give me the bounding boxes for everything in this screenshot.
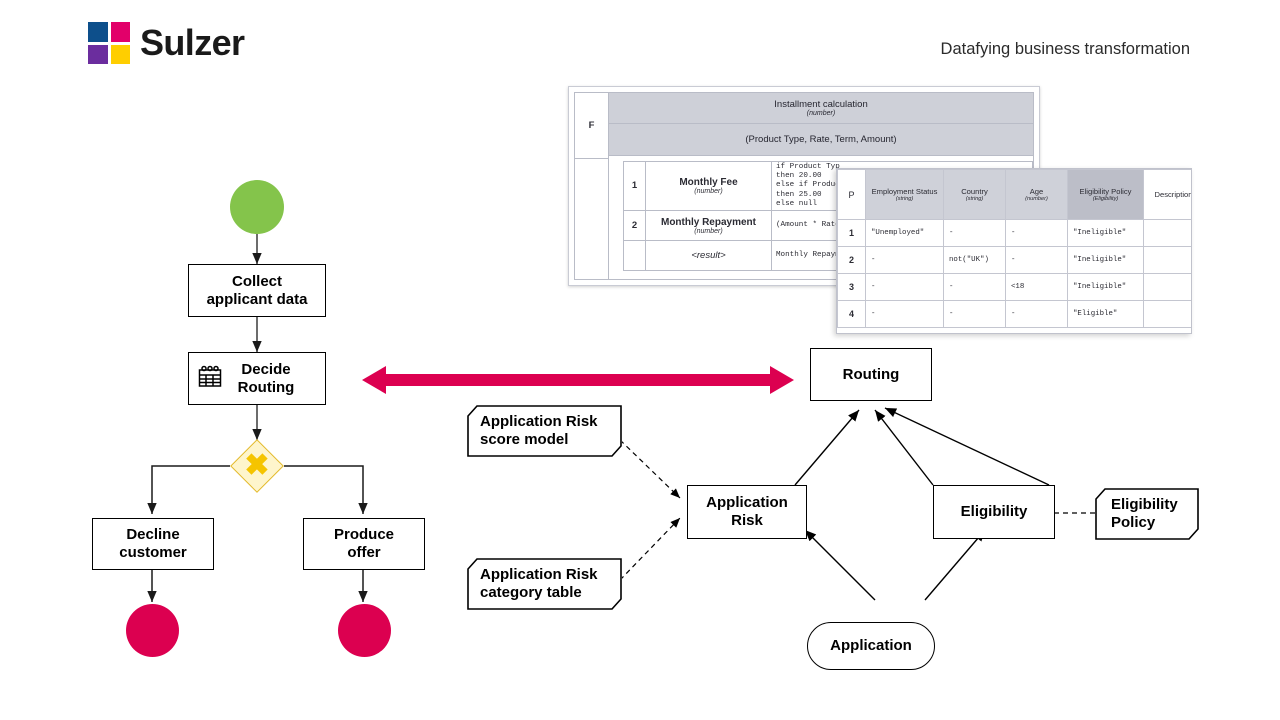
decision-table[interactable]: P Employment Status (string) Country (st… xyxy=(836,168,1192,334)
boxed-expression-signature: (Product Type, Rate, Term, Amount) xyxy=(609,124,1033,156)
dmn-node-label: Application Risk xyxy=(706,494,788,529)
decision-table-grid: P Employment Status (string) Country (st… xyxy=(837,169,1191,328)
boxed-expression-left-column: F xyxy=(575,93,609,279)
row-number xyxy=(623,240,646,271)
row-name: Monthly Fee (number) xyxy=(645,160,772,212)
rule-cell-policy[interactable]: "Ineligible" xyxy=(1067,273,1144,301)
rule-cell-description[interactable] xyxy=(1143,300,1191,328)
rule-number: 4 xyxy=(837,300,866,328)
table-row[interactable]: 3 - - <18 "Ineligible" xyxy=(837,273,1191,301)
rule-cell-country[interactable]: not("UK") xyxy=(943,246,1006,274)
bpmn-task-collect-applicant-data[interactable]: Collect applicant data xyxy=(188,264,326,317)
function-kind-cell: F xyxy=(575,93,608,159)
rule-cell-country[interactable]: - xyxy=(943,273,1006,301)
rule-cell-policy[interactable]: "Eligible" xyxy=(1067,300,1144,328)
dmn-node-label: Application Risk score model xyxy=(480,413,598,448)
rule-cell-description[interactable] xyxy=(1143,273,1191,301)
rule-cell-employment[interactable]: "Unemployed" xyxy=(865,219,944,247)
header-tagline: Datafying business transformation xyxy=(940,40,1190,58)
dmn-node-label: Routing xyxy=(842,365,900,383)
row-number: 2 xyxy=(623,210,646,241)
row-number: 1 xyxy=(623,160,646,212)
row-result-label: <result> xyxy=(691,250,726,261)
bpmn-start-event[interactable] xyxy=(230,180,284,234)
rule-cell-country[interactable]: - xyxy=(943,300,1006,328)
business-rule-table-icon xyxy=(197,364,223,393)
bpmn-task-produce-offer[interactable]: Produce offer xyxy=(303,518,425,570)
dmn-input-data-application[interactable]: Application xyxy=(807,622,935,670)
bpmn-task-label: Collect applicant data xyxy=(206,272,308,308)
bpmn-dmn-link-arrow xyxy=(362,366,794,394)
gateway-x-icon: ✖ xyxy=(244,449,270,482)
column-header-country[interactable]: Country (string) xyxy=(943,169,1006,220)
row-name: Monthly Repayment (number) xyxy=(645,210,772,241)
bpmn-task-decline-customer[interactable]: Decline customer xyxy=(92,518,214,570)
bpmn-task-label: Decline customer xyxy=(119,526,187,561)
column-header-age[interactable]: Age (number) xyxy=(1005,169,1068,220)
rule-cell-age[interactable]: <18 xyxy=(1005,273,1068,301)
double-headed-arrow-shape xyxy=(362,366,794,394)
hit-policy-cell[interactable]: P xyxy=(837,169,866,220)
decision-table-header-row: P Employment Status (string) Country (st… xyxy=(837,169,1191,220)
boxed-expression-title-type: (number) xyxy=(806,110,836,118)
bpmn-end-event-decline[interactable] xyxy=(126,604,179,657)
rule-cell-age[interactable]: - xyxy=(1005,219,1068,247)
rule-cell-employment[interactable]: - xyxy=(865,273,944,301)
table-row[interactable]: 1 "Unemployed" - - "Ineligible" xyxy=(837,219,1191,247)
bpmn-task-label: Decide Routing xyxy=(237,360,295,396)
table-row[interactable]: 4 - - - "Eligible" xyxy=(837,300,1191,328)
boxed-expression-title: Installment calculation (number) xyxy=(609,93,1033,125)
dmn-decision-application-risk[interactable]: Application Risk xyxy=(687,485,807,539)
column-header-eligibility-policy[interactable]: Eligibility Policy (Eligibility) xyxy=(1067,169,1144,220)
dmn-knowledge-source-eligibility-policy[interactable]: Eligibility Policy xyxy=(1095,488,1199,540)
row-name: <result> xyxy=(645,240,772,271)
slide-canvas: Sulzer Datafying business transformation… xyxy=(0,0,1280,720)
rule-cell-description[interactable] xyxy=(1143,219,1191,247)
column-header-description[interactable]: Description xyxy=(1143,169,1191,220)
column-header-employment-status[interactable]: Employment Status (string) xyxy=(865,169,944,220)
bpmn-process-diagram: Collect applicant data Decide Routing ✖ … xyxy=(0,0,470,720)
rule-cell-description[interactable] xyxy=(1143,246,1191,274)
bpmn-end-event-offer[interactable] xyxy=(338,604,391,657)
dmn-node-label: Application Risk category table xyxy=(480,566,598,601)
dmn-node-label: Eligibility xyxy=(960,503,1028,521)
rule-cell-employment[interactable]: - xyxy=(865,246,944,274)
row-name-type: (number) xyxy=(694,227,723,235)
row-name-type: (number) xyxy=(694,187,723,195)
rule-number: 3 xyxy=(837,273,866,301)
boxed-expression-signature-text: (Product Type, Rate, Term, Amount) xyxy=(745,134,897,146)
rule-cell-policy[interactable]: "Ineligible" xyxy=(1067,246,1144,274)
table-row[interactable]: 2 - not("UK") - "Ineligible" xyxy=(837,246,1191,274)
dmn-decision-eligibility[interactable]: Eligibility xyxy=(933,485,1055,539)
dmn-knowledge-source-risk-score-model[interactable]: Application Risk score model xyxy=(467,405,622,457)
rule-cell-country[interactable]: - xyxy=(943,219,1006,247)
rule-cell-age[interactable]: - xyxy=(1005,300,1068,328)
bpmn-task-decide-routing[interactable]: Decide Routing xyxy=(188,352,326,405)
rule-cell-policy[interactable]: "Ineligible" xyxy=(1067,219,1144,247)
rule-number: 2 xyxy=(837,246,866,274)
rule-number: 1 xyxy=(837,219,866,247)
dmn-node-label: Eligibility Policy xyxy=(1111,496,1178,531)
bpmn-task-label: Produce offer xyxy=(333,526,394,561)
boxed-expression-title-text: Installment calculation xyxy=(774,99,868,111)
dmn-knowledge-source-risk-category-table[interactable]: Application Risk category table xyxy=(467,558,622,610)
rule-cell-age[interactable]: - xyxy=(1005,246,1068,274)
rule-cell-employment[interactable]: - xyxy=(865,300,944,328)
row-name-text: Monthly Repayment xyxy=(660,216,756,228)
dmn-decision-routing[interactable]: Routing xyxy=(810,348,932,401)
row-name-text: Monthly Fee xyxy=(679,176,738,188)
dmn-node-label: Application xyxy=(830,637,912,655)
